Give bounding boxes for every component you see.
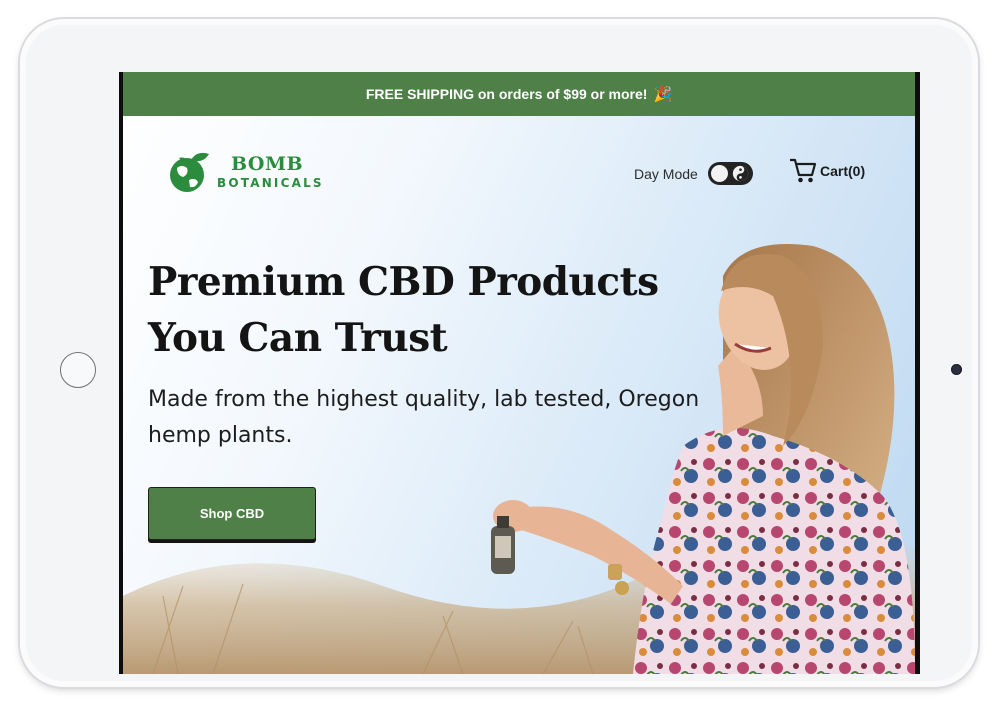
- day-mode-control: Day Mode: [634, 162, 753, 185]
- yin-yang-icon: [732, 165, 748, 182]
- site-logo[interactable]: BOMB BOTANICALS: [167, 150, 324, 194]
- cart-link[interactable]: Cart(0): [788, 157, 865, 185]
- day-mode-label: Day Mode: [634, 165, 698, 182]
- party-popper-icon: 🎉: [653, 86, 673, 103]
- cart-label: Cart(0): [820, 163, 866, 179]
- globe-leaf-logo-icon: [170, 152, 209, 192]
- logo-wordmark-top: BOMB: [231, 153, 304, 175]
- announcement-text: FREE SHIPPING on orders of $99 or more!: [365, 86, 648, 102]
- announcement-bar: FREE SHIPPING on orders of $99 or more! …: [123, 72, 915, 116]
- home-button[interactable]: [60, 352, 96, 388]
- toggle-knob: [710, 165, 728, 182]
- shop-cbd-button[interactable]: Shop CBD: [148, 487, 316, 540]
- tablet-screen: FREE SHIPPING on orders of $99 or more! …: [119, 72, 920, 674]
- logo-wordmark-bottom: BOTANICALS: [217, 176, 324, 190]
- cart-icon: [790, 158, 817, 183]
- browser-viewport: FREE SHIPPING on orders of $99 or more! …: [123, 72, 915, 674]
- tablet-frame: FREE SHIPPING on orders of $99 or more! …: [20, 19, 978, 687]
- hero-subtext: Made from the highest quality, lab teste…: [148, 387, 700, 448]
- hero-headline: Premium CBD Products You Can Trust: [148, 259, 659, 361]
- day-mode-toggle[interactable]: [707, 162, 753, 185]
- front-camera: [951, 364, 962, 375]
